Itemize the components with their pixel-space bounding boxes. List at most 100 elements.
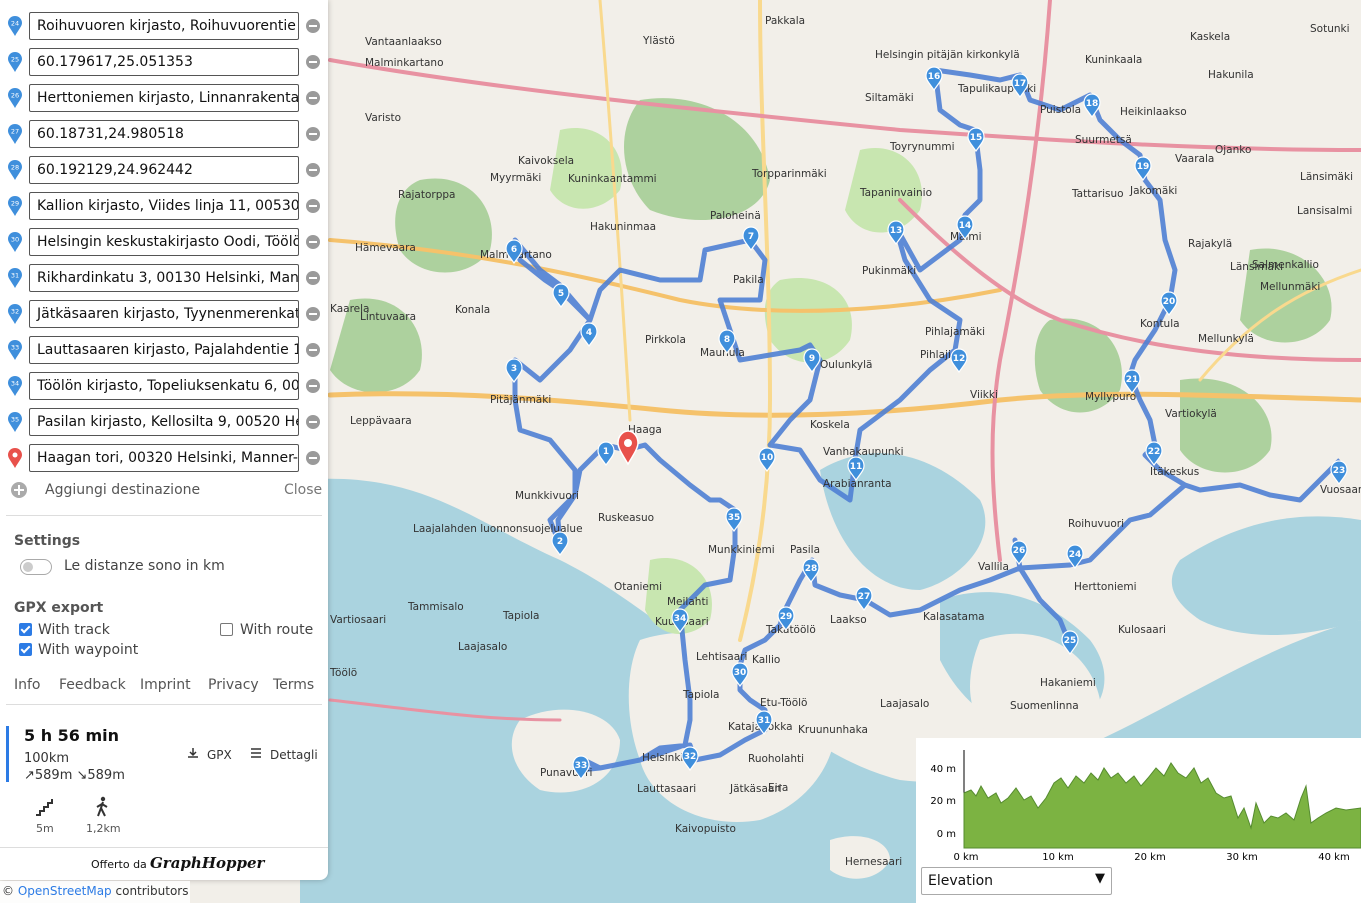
route-ascend-descend: ↗589m ↘589m bbox=[24, 768, 125, 783]
distance-unit-toggle[interactable] bbox=[20, 559, 52, 575]
map-place-label: Ruoholahti bbox=[748, 753, 804, 765]
privacy-link[interactable]: Privacy bbox=[208, 677, 259, 693]
remove-destination-button[interactable] bbox=[306, 163, 320, 177]
destination-input[interactable]: Kallion kirjasto, Viides linja 11, 00530… bbox=[29, 192, 299, 220]
map-place-label: Paloheinä bbox=[710, 210, 761, 222]
map-place-label: Maunula bbox=[700, 347, 745, 359]
waypoint-number: 21 bbox=[1126, 375, 1139, 385]
elevation-x-tick: 0 km bbox=[953, 852, 978, 863]
destination-input[interactable]: 60.192129,24.962442 bbox=[29, 156, 299, 184]
remove-destination-button[interactable] bbox=[306, 19, 320, 33]
waypoint-number: 11 bbox=[850, 462, 863, 472]
gpx-download-button[interactable]: GPX bbox=[207, 748, 232, 762]
destination-input[interactable]: Rikhardinkatu 3, 00130 Helsinki, Manne bbox=[29, 264, 299, 292]
waypoint-number: 29 bbox=[780, 612, 793, 622]
waypoint-marker-icon: 29 bbox=[8, 196, 22, 216]
elevation-x-tick: 20 km bbox=[1134, 852, 1165, 863]
list-icon[interactable] bbox=[250, 747, 262, 759]
destination-input[interactable]: 60.18731,24.980518 bbox=[29, 120, 299, 148]
add-destination-link[interactable]: Aggiungi destinazione bbox=[45, 482, 200, 498]
remove-destination-button[interactable] bbox=[306, 55, 320, 69]
add-icon[interactable] bbox=[11, 482, 27, 498]
map-place-label: Tapiola bbox=[682, 689, 719, 701]
map-place-label: Vuosaari bbox=[1320, 484, 1361, 496]
imprint-link[interactable]: Imprint bbox=[140, 677, 191, 693]
waypoint-number: 4 bbox=[586, 328, 592, 338]
map-place-label: Rajakylä bbox=[1188, 238, 1232, 250]
waypoint-number: 18 bbox=[1086, 99, 1099, 109]
with-waypoint-checkbox[interactable] bbox=[19, 643, 32, 656]
elevation-profile bbox=[963, 762, 1361, 849]
map-place-label: Heikinlaakso bbox=[1120, 106, 1187, 118]
waypoint-marker-icon: 35 bbox=[8, 412, 22, 432]
map-place-label: Ylästö bbox=[642, 35, 675, 47]
osm-link[interactable]: OpenStreetMap bbox=[18, 884, 112, 898]
waypoint-number: 7 bbox=[748, 232, 754, 242]
terms-link[interactable]: Terms bbox=[273, 677, 314, 693]
remove-destination-button[interactable] bbox=[306, 271, 320, 285]
with-track-checkbox[interactable] bbox=[19, 623, 32, 636]
destination-input[interactable]: Herttoniemen kirjasto, Linnanrakentaja bbox=[29, 84, 299, 112]
elevation-chart[interactable]: 40 m 20 m 0 m 0 km 10 km 20 km 30 km 40 km bbox=[916, 738, 1361, 863]
map-place-label: Konala bbox=[455, 304, 490, 316]
map-place-label: Myllypuro bbox=[1085, 391, 1136, 403]
destination-input[interactable]: Töölön kirjasto, Topeliuksenkatu 6, 002 bbox=[29, 372, 299, 400]
destination-input[interactable]: 60.179617,25.051353 bbox=[29, 48, 299, 76]
destination-input[interactable]: Lauttasaaren kirjasto, Pajalahdentie 10 bbox=[29, 336, 299, 364]
feedback-link[interactable]: Feedback bbox=[59, 677, 126, 693]
map-place-label: Pakkala bbox=[765, 15, 805, 27]
map-place-label: Munkkivuori bbox=[515, 490, 579, 502]
remove-destination-button[interactable] bbox=[306, 307, 320, 321]
details-button[interactable]: Dettagli bbox=[270, 748, 318, 762]
dropdown-arrow-icon[interactable]: ▼ bbox=[1095, 871, 1105, 886]
remove-destination-button[interactable] bbox=[306, 343, 320, 357]
waypoint-number: 28 bbox=[805, 564, 818, 574]
map-place-label: Suurmetsä bbox=[1075, 134, 1132, 146]
marker-number: 32 bbox=[11, 308, 19, 316]
destination-row: 28 60.192129,24.962442 bbox=[0, 154, 328, 186]
marker-number: 29 bbox=[11, 200, 19, 208]
destination-input[interactable]: Haagan tori, 00320 Helsinki, Manner-Su bbox=[29, 444, 299, 472]
map-place-label: Laakso bbox=[830, 614, 867, 626]
add-destination-row[interactable]: Aggiungi destinazione Close bbox=[0, 476, 328, 504]
waypoint-number: 35 bbox=[728, 513, 741, 523]
map-place-label: Eira bbox=[768, 782, 788, 794]
remove-destination-button[interactable] bbox=[306, 199, 320, 213]
remove-destination-button[interactable] bbox=[306, 127, 320, 141]
destination-input[interactable]: Roihuvuoren kirjasto, Roihuvuorentie 2 bbox=[29, 12, 299, 40]
marker-number: 24 bbox=[11, 20, 19, 28]
waypoint-number: 34 bbox=[674, 614, 687, 624]
destination-input[interactable]: Jätkäsaaren kirjasto, Tyynenmerenkatu bbox=[29, 300, 299, 328]
waypoint-marker-icon: 26 bbox=[8, 88, 22, 108]
destination-input[interactable]: Helsingin keskustakirjasto Oodi, Töölön bbox=[29, 228, 299, 256]
waypoint-number: 19 bbox=[1137, 162, 1150, 172]
waypoint-number: 8 bbox=[724, 335, 730, 345]
download-icon[interactable] bbox=[187, 747, 199, 759]
map-place-label: Kuninkaala bbox=[1085, 54, 1142, 66]
marker-number: 26 bbox=[11, 92, 19, 100]
remove-destination-button[interactable] bbox=[306, 235, 320, 249]
map-place-label: Pirkkola bbox=[645, 334, 686, 346]
with-track-label: With track bbox=[38, 622, 110, 638]
remove-destination-button[interactable] bbox=[306, 415, 320, 429]
elevation-y-tick: 20 m bbox=[930, 796, 956, 807]
graphhopper-logo[interactable]: GraphHopper bbox=[150, 854, 264, 872]
map-place-label: Otaniemi bbox=[614, 581, 662, 593]
map-place-label: Meilahti bbox=[667, 596, 708, 608]
remove-destination-button[interactable] bbox=[306, 379, 320, 393]
map-place-label: Munkkiniemi bbox=[708, 544, 775, 556]
remove-destination-button[interactable] bbox=[306, 451, 320, 465]
close-link[interactable]: Close bbox=[284, 482, 322, 498]
map-place-label: Pakila bbox=[733, 274, 764, 286]
destination-input[interactable]: Pasilan kirjasto, Kellosilta 9, 00520 He… bbox=[29, 408, 299, 436]
destination-row: 34 Töölön kirjasto, Topeliuksenkatu 6, 00… bbox=[0, 370, 328, 402]
walk-icon bbox=[96, 796, 108, 817]
elevation-select[interactable]: Elevation bbox=[921, 867, 1112, 895]
waypoint-number: 26 bbox=[1013, 546, 1026, 556]
with-route-checkbox[interactable] bbox=[220, 623, 233, 636]
remove-destination-button[interactable] bbox=[306, 91, 320, 105]
map-place-label: Kaivopuisto bbox=[675, 823, 736, 835]
map-place-label: Länsimäki bbox=[1300, 171, 1353, 183]
info-link[interactable]: Info bbox=[14, 677, 41, 693]
map-place-label: Rajatorppa bbox=[398, 189, 455, 201]
